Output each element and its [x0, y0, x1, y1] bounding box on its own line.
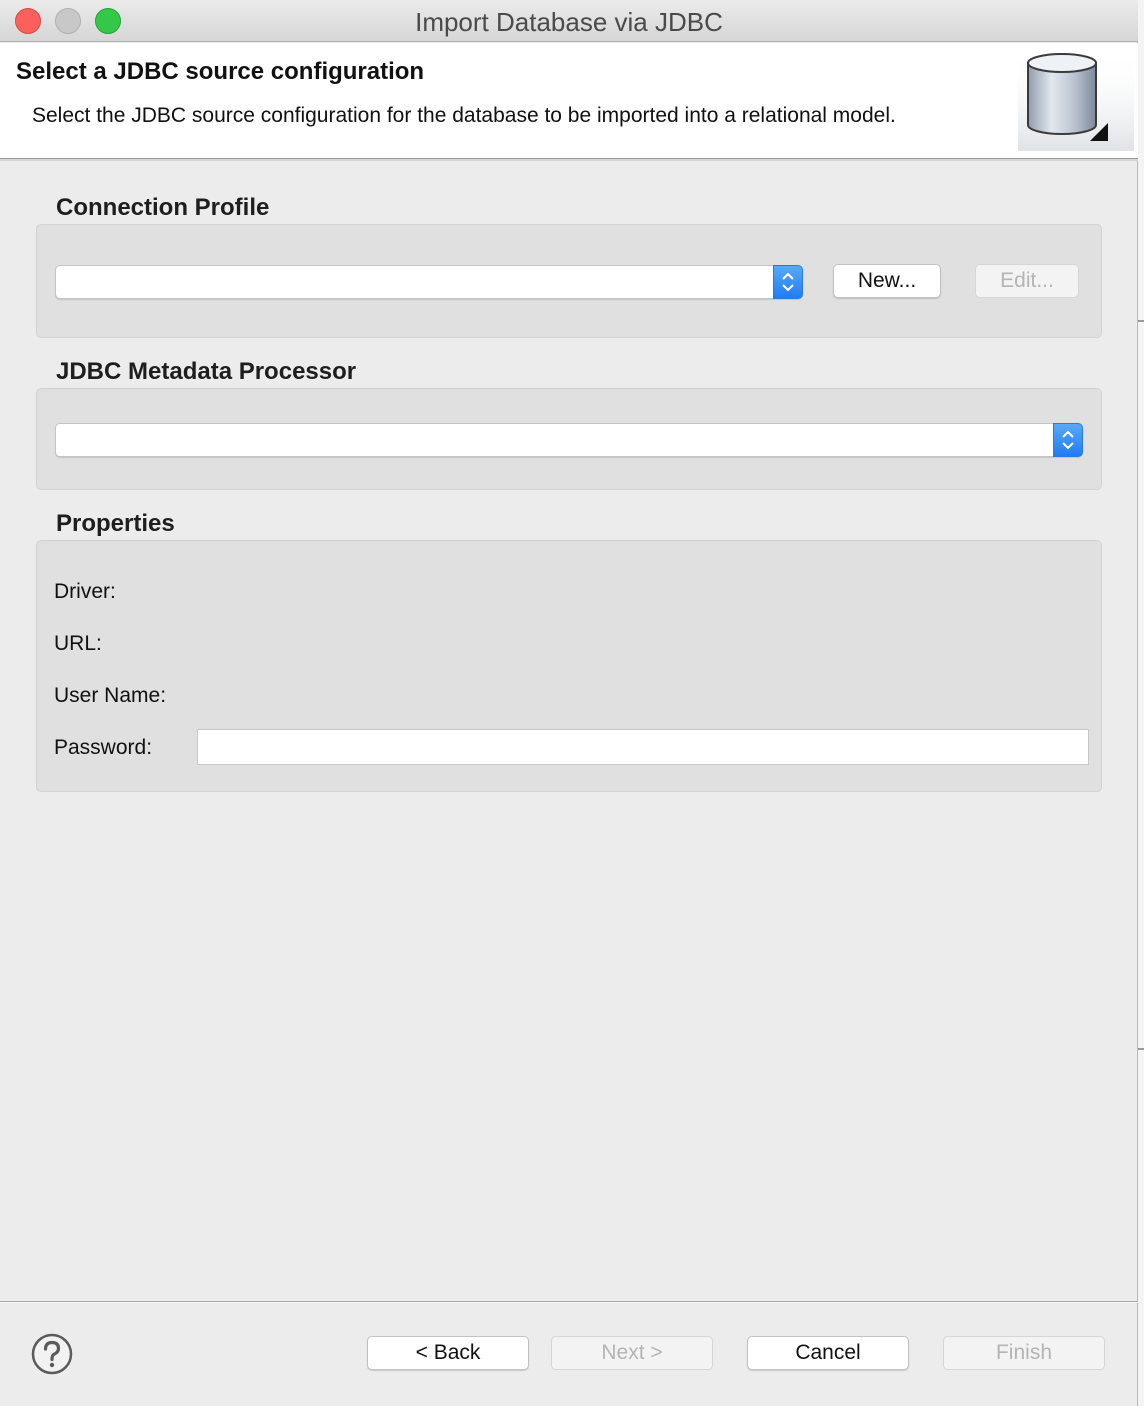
background-window-edge: [1138, 0, 1144, 1406]
metadata-processor-label: JDBC Metadata Processor: [56, 358, 357, 385]
url-label: URL:: [54, 632, 102, 655]
metadata-processor-select[interactable]: [55, 423, 1083, 457]
edge-mark: [1138, 1048, 1144, 1050]
window-title: Import Database via JDBC: [415, 7, 723, 37]
database-icon: [1018, 49, 1134, 151]
connection-profile-group: New... Edit...: [36, 224, 1102, 338]
cancel-button[interactable]: Cancel: [747, 1336, 909, 1370]
password-label: Password:: [54, 736, 153, 759]
footer-divider-highlight: [0, 1302, 1138, 1303]
page-title: Select a JDBC source configuration: [16, 58, 425, 85]
properties-label: Properties: [56, 510, 175, 537]
page-description: Select the JDBC source configuration for…: [32, 104, 896, 127]
edge-mark: [1138, 320, 1144, 322]
help-icon[interactable]: [31, 1333, 73, 1375]
wizard-window: Import Database via JDBC Select a JDBC s…: [0, 0, 1138, 1406]
password-field[interactable]: [197, 729, 1089, 765]
title-bar: Import Database via JDBC: [0, 0, 1138, 42]
wizard-header: Select a JDBC source configuration Selec…: [0, 43, 1138, 159]
driver-label: Driver:: [54, 580, 116, 603]
connection-profile-label: Connection Profile: [56, 194, 270, 221]
select-arrows-icon: [1053, 423, 1083, 457]
finish-button[interactable]: Finish: [943, 1336, 1105, 1370]
next-button[interactable]: Next >: [551, 1336, 713, 1370]
user-name-label: User Name:: [54, 684, 167, 707]
edit-profile-button[interactable]: Edit...: [975, 264, 1079, 298]
select-arrows-icon: [773, 265, 803, 299]
connection-profile-select[interactable]: [55, 265, 803, 299]
new-profile-button[interactable]: New...: [833, 264, 941, 298]
back-button[interactable]: < Back: [367, 1336, 529, 1370]
metadata-processor-group: [36, 388, 1102, 490]
header-divider: [0, 159, 1138, 161]
